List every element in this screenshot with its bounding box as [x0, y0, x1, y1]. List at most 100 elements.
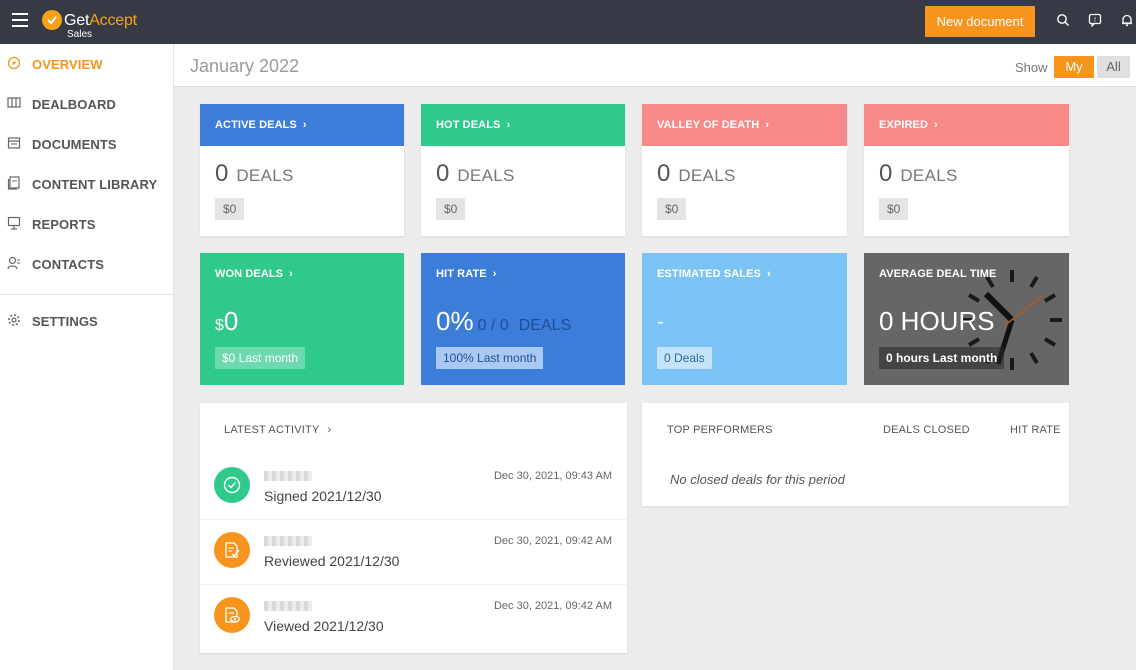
brand-name: GetAccept: [64, 12, 137, 30]
top-performers-panel: TOP PERFORMERS DEALS CLOSED HIT RATE No …: [642, 403, 1069, 506]
sidebar-item-contacts[interactable]: CONTACTS: [0, 244, 173, 284]
new-document-button[interactable]: New document: [925, 6, 1035, 37]
activity-time: Dec 30, 2021, 09:43 AM: [493, 470, 612, 482]
deal-amount-badge: $0: [657, 198, 687, 220]
brand-prefix: Get: [64, 12, 90, 29]
logo-icon: [42, 10, 62, 30]
deal-amount-badge: $0: [879, 198, 909, 220]
latest-activity-link[interactable]: LATEST ACTIVITY ›: [224, 424, 331, 436]
hot-deals-header[interactable]: HOT DEALS ›: [421, 104, 625, 146]
document-review-icon: [214, 532, 250, 568]
won-last-month-badge: $0 Last month: [215, 347, 306, 369]
sidebar-item-content-library[interactable]: CONTENT LIBRARY: [0, 164, 173, 204]
hit-rate-value: 0% 0 / 0 DEALS: [436, 306, 571, 337]
deal-count: 0 DEALS: [879, 160, 958, 188]
menu-icon[interactable]: [12, 13, 28, 27]
valley-of-death-header[interactable]: VALLEY OF DEATH ›: [642, 104, 847, 146]
activity-text: Viewed 2021/12/30: [264, 618, 384, 634]
card-title: VALLEY OF DEATH: [657, 119, 760, 131]
chevron-right-icon: ›: [327, 424, 332, 436]
currency-symbol: $: [215, 317, 224, 334]
won-amount: 0: [223, 306, 239, 336]
active-deals-header[interactable]: ACTIVE DEALS ›: [200, 104, 404, 146]
card-title: HOT DEALS: [436, 119, 501, 131]
activity-row[interactable]: Reviewed 2021/12/30 Dec 30, 2021, 09:42 …: [200, 520, 627, 585]
deal-count-value: 0: [215, 160, 229, 187]
won-deals-card[interactable]: WON DEALS › $0 $0 Last month: [200, 253, 404, 385]
chevron-right-icon: ›: [506, 119, 511, 131]
chevron-right-icon: ›: [289, 268, 293, 280]
deal-count-unit: DEALS: [900, 166, 958, 185]
activity-text: Reviewed 2021/12/30: [264, 553, 400, 569]
expired-header[interactable]: EXPIRED ›: [864, 104, 1069, 146]
estimated-sales-card[interactable]: ESTIMATED SALES › - 0 Deals: [642, 253, 847, 385]
activity-time: Dec 30, 2021, 09:42 AM: [493, 535, 612, 547]
bell-icon[interactable]: [1120, 13, 1136, 29]
average-deal-time-card[interactable]: AVERAGE DEAL TIME 0 HOURS 0 hours Last m…: [864, 253, 1069, 385]
activity-text: Signed 2021/12/30: [264, 488, 382, 504]
card-title: EXPIRED: [879, 119, 928, 131]
kpi-title: HIT RATE: [436, 268, 487, 280]
activity-row[interactable]: Signed 2021/12/30 Dec 30, 2021, 09:43 AM: [200, 455, 627, 520]
kpi-title: WON DEALS: [215, 268, 284, 280]
performers-rate-header: HIT RATE: [1010, 424, 1061, 436]
hit-rate-ratio: 0 / 0: [477, 317, 509, 334]
sidebar-item-label: DOCUMENTS: [32, 137, 117, 152]
search-icon[interactable]: [1056, 13, 1072, 29]
kpi-title: AVERAGE DEAL TIME: [879, 268, 997, 280]
sidebar-item-label: CONTACTS: [32, 257, 105, 272]
sidebar: OVERVIEW DEALBOARD DOCUMENTS CONTENT LIB…: [0, 44, 174, 670]
deal-count-unit: DEALS: [236, 166, 294, 185]
hit-rate-unit: DEALS: [518, 317, 572, 334]
deal-count: 0 DEALS: [215, 160, 294, 188]
sidebar-item-label: OVERVIEW: [32, 57, 103, 72]
redacted-contact-name: [264, 601, 312, 611]
sidebar-item-settings[interactable]: SETTINGS: [0, 301, 173, 341]
active-deals-card: ACTIVE DEALS › 0 DEALS $0: [200, 104, 404, 236]
activity-time: Dec 30, 2021, 09:42 AM: [493, 600, 612, 612]
sidebar-item-label: DEALBOARD: [32, 97, 116, 112]
estimated-deals-badge: 0 Deals: [657, 347, 712, 369]
latest-activity-title: LATEST ACTIVITY: [224, 424, 320, 436]
deal-count-value: 0: [657, 160, 671, 187]
sidebar-item-overview[interactable]: OVERVIEW: [0, 44, 173, 84]
deal-amount-badge: $0: [215, 198, 245, 220]
deal-count-unit: DEALS: [457, 166, 515, 185]
chevron-right-icon: ›: [934, 119, 938, 131]
sidebar-item-reports[interactable]: REPORTS: [0, 204, 173, 244]
hit-rate-percent: 0%: [436, 306, 474, 336]
estimated-value: -: [657, 311, 664, 333]
hit-rate-card[interactable]: HIT RATE › 0% 0 / 0 DEALS 100% Last month: [421, 253, 625, 385]
sidebar-divider: [0, 294, 173, 295]
deal-count-value: 0: [879, 160, 893, 187]
show-my-toggle[interactable]: My: [1054, 56, 1094, 78]
chevron-right-icon: ›: [302, 119, 307, 131]
deal-amount-badge: $0: [436, 198, 466, 220]
documents-icon: [7, 136, 21, 150]
hit-rate-last-month-badge: 100% Last month: [436, 347, 544, 369]
deal-count: 0 DEALS: [657, 160, 736, 188]
sidebar-item-label: SETTINGS: [32, 314, 98, 329]
sidebar-item-documents[interactable]: DOCUMENTS: [0, 124, 173, 164]
performers-name-header: TOP PERFORMERS: [667, 424, 773, 436]
kpi-title: ESTIMATED SALES: [657, 268, 761, 280]
won-value: $0: [215, 306, 238, 337]
brand-subtitle: Sales: [67, 29, 93, 40]
help-icon[interactable]: !: [1088, 13, 1104, 29]
activity-row[interactable]: Viewed 2021/12/30 Dec 30, 2021, 09:42 AM: [200, 585, 627, 650]
page-header: January 2022 Show My All: [174, 44, 1136, 87]
avg-time-value: 0 HOURS: [879, 306, 995, 336]
expired-card: EXPIRED › 0 DEALS $0: [864, 104, 1069, 236]
brand-accent: Accept: [89, 12, 137, 29]
sidebar-item-dealboard[interactable]: DEALBOARD: [0, 84, 173, 124]
svg-text:!: !: [1094, 17, 1096, 24]
show-all-toggle[interactable]: All: [1097, 56, 1130, 78]
top-bar: GetAccept Sales New document !: [0, 0, 1136, 44]
hot-deals-card: HOT DEALS › 0 DEALS $0: [421, 104, 625, 236]
page-title: January 2022: [190, 56, 300, 76]
chevron-right-icon: ›: [765, 119, 770, 131]
chevron-right-icon: ›: [766, 268, 771, 280]
sidebar-item-label: REPORTS: [32, 217, 96, 232]
show-label: Show: [1015, 60, 1048, 75]
latest-activity-panel: LATEST ACTIVITY › Signed 2021/12/30 Dec 3…: [200, 403, 627, 653]
